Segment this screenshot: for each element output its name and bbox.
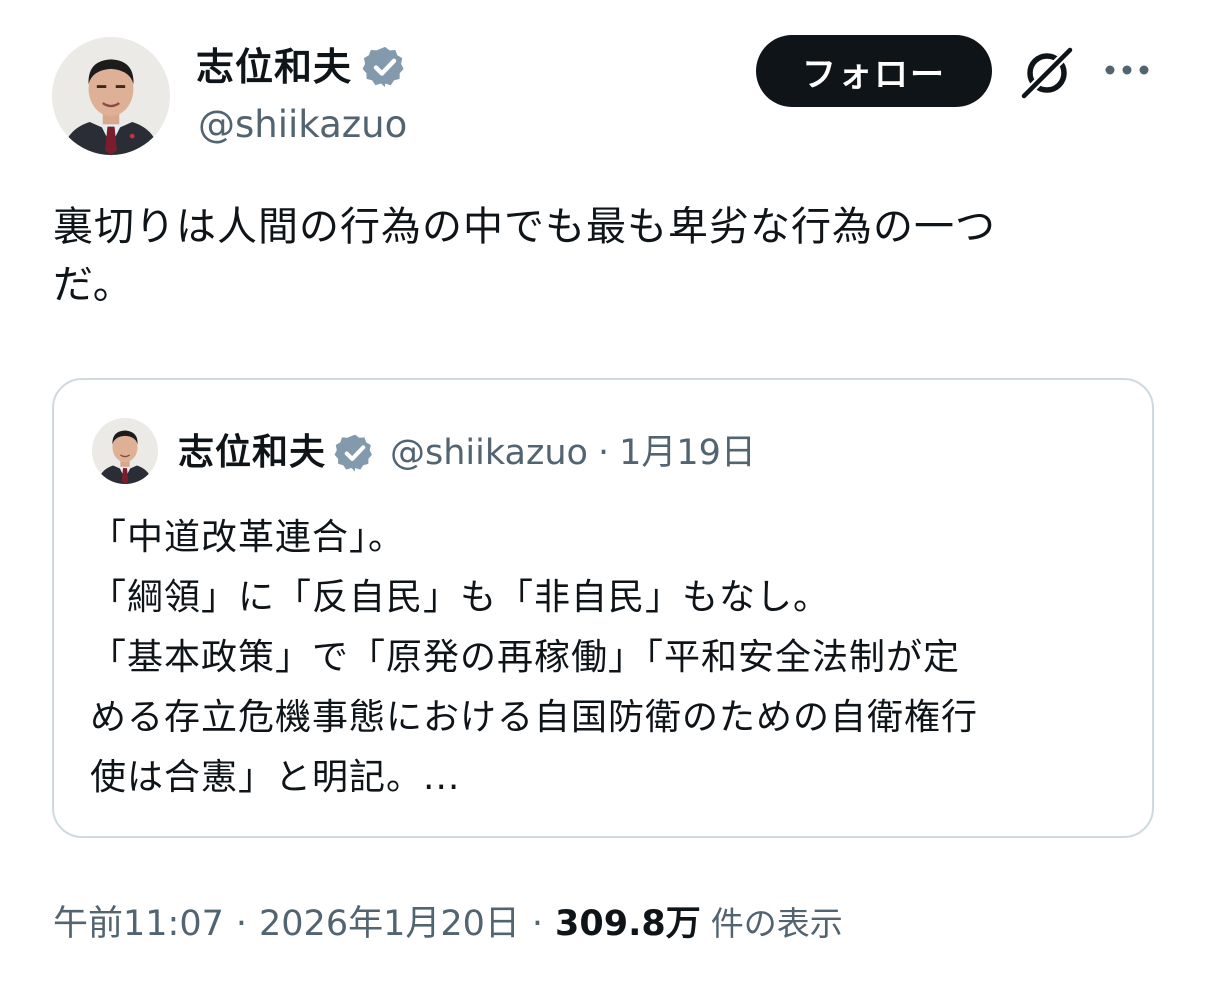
more-icon[interactable] — [1102, 55, 1152, 85]
quoted-author-display-name[interactable]: 志位和夫 — [178, 430, 326, 476]
quoted-tweet-line: 使は合憲」と明記。... — [90, 757, 461, 798]
author-display-name[interactable]: 志位和夫 — [196, 44, 352, 90]
separator-dot: · — [531, 904, 544, 944]
author-avatar[interactable] — [52, 37, 170, 155]
quoted-author-avatar[interactable] — [92, 418, 158, 484]
grok-icon[interactable] — [1016, 42, 1078, 104]
verified-badge-icon[interactable] — [362, 44, 408, 90]
tweet-meta: 午前11:07 · 2026年1月20日 · 309.8万 件の表示 — [53, 900, 843, 948]
quoted-tweet-header: 志位和夫 @shiikazuo · 1月19日 — [178, 430, 756, 476]
tweet-text: 裏切りは人間の行為の中でも最も卑劣な行為の一つ だ。 — [53, 198, 1163, 314]
quoted-tweet-line: める存立危機事態における自国防衛のための自衛権行 — [90, 697, 979, 738]
follow-button[interactable]: フォロー — [756, 35, 992, 107]
tweet-text-line: 裏切りは人間の行為の中でも最も卑劣な行為の一つ — [53, 204, 996, 250]
views-label: 件の表示 — [710, 904, 843, 943]
tweet-text-line: だ。 — [53, 262, 134, 308]
quoted-tweet-date[interactable]: 1月19日 — [619, 430, 756, 476]
views-count[interactable]: 309.8万 — [555, 900, 701, 948]
quoted-tweet-line: 「基本政策」で「原発の再稼働」「平和安全法制が定 — [90, 637, 961, 678]
separator-dot: · — [235, 904, 248, 944]
quoted-tweet-line: 「中道改革連合」。 — [90, 517, 406, 558]
tweet-time[interactable]: 午前11:07 — [53, 900, 224, 948]
quoted-author-avatar-image — [92, 418, 158, 484]
author-avatar-image — [52, 37, 170, 155]
quoted-author-handle[interactable]: @shiikazuo — [390, 430, 588, 476]
separator-dot: · — [597, 433, 610, 473]
tweet-date[interactable]: 2026年1月20日 — [259, 900, 520, 948]
verified-badge-icon — [334, 432, 376, 474]
quoted-tweet-text: 「中道改革連合」。 「綱領」に「反自民」も「非自民」もなし。 「基本政策」で「原… — [90, 508, 1120, 808]
author-handle[interactable]: @shiikazuo — [198, 102, 407, 148]
quoted-tweet-card[interactable]: 志位和夫 @shiikazuo · 1月19日 「中道改革連合」。 「綱領」に「… — [52, 378, 1154, 838]
author-name-row: 志位和夫 — [196, 44, 408, 90]
tweet-detail: 志位和夫 @shiikazuo フォロー 裏切りは人間の行為の中でも最も卑劣な行… — [0, 0, 1206, 981]
quoted-tweet-line: 「綱領」に「反自民」も「非自民」もなし。 — [90, 577, 831, 618]
